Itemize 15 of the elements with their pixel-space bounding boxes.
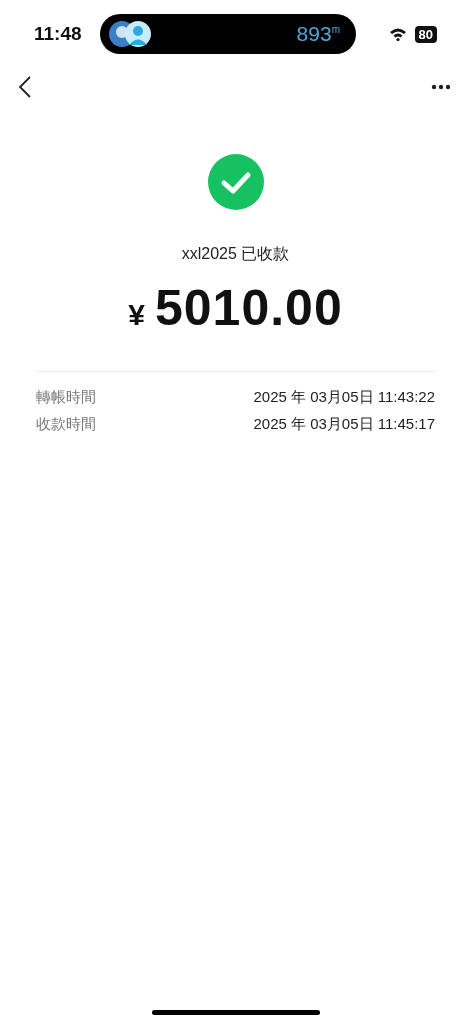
payee-status-text: xxl2025 已收款: [181, 244, 290, 264]
success-check-icon: [207, 154, 264, 210]
avatar-icon: [108, 20, 152, 48]
status-time: 11:48: [34, 23, 83, 45]
detail-value: 2025 年 03月05日 11:45:17: [253, 415, 435, 434]
amount-text: 5010.00: [154, 279, 343, 337]
detail-label: 轉帳時間: [36, 388, 96, 407]
battery-level: 80: [414, 25, 437, 43]
wifi-icon: [388, 27, 407, 41]
detail-label: 收款時間: [36, 415, 96, 434]
more-icon[interactable]: [431, 84, 451, 90]
back-icon[interactable]: [18, 75, 32, 99]
currency-symbol: ¥: [128, 298, 145, 332]
detail-value: 2025 年 03月05日 11:43:22: [253, 388, 435, 407]
distance-text: 893$^{m}$: [296, 22, 340, 46]
